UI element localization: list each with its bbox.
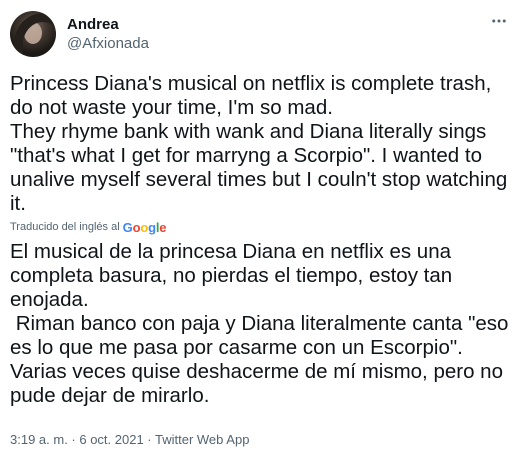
translated-label: Traducido del inglés al	[10, 221, 120, 233]
tweet: Andrea @Afxionada Princess Diana's music…	[0, 0, 526, 455]
google-logo: Google	[122, 219, 167, 235]
translation-notice: Traducido del inglés al Google	[10, 219, 512, 235]
more-options-icon[interactable]	[488, 10, 510, 32]
avatar[interactable]	[10, 11, 56, 57]
display-name[interactable]: Andrea	[67, 15, 149, 34]
author-names: Andrea @Afxionada	[67, 15, 149, 53]
tweet-timestamp[interactable]: 3:19 a. m. · 6 oct. 2021 · Twitter Web A…	[10, 432, 249, 447]
translated-text: El musical de la princesa Diana en netfl…	[10, 240, 509, 407]
tweet-text: Princess Diana's musical on netflix is c…	[10, 72, 508, 215]
tweet-header: Andrea @Afxionada	[10, 10, 512, 58]
user-handle[interactable]: @Afxionada	[67, 34, 149, 53]
